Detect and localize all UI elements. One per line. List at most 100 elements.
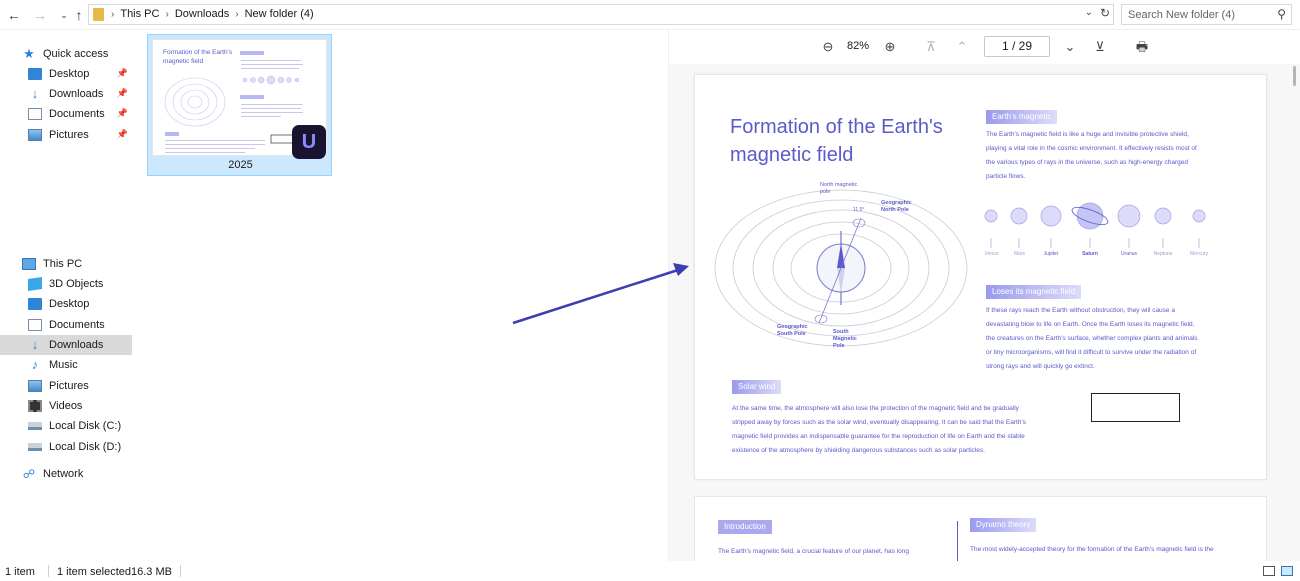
nav-local-disk-c[interactable]: Local Disk (C:)	[0, 416, 132, 436]
nav-label: Music	[49, 359, 78, 371]
nav-label: Pictures	[49, 129, 89, 141]
file-name[interactable]: 2025	[148, 159, 333, 171]
search-input[interactable]: Search New folder (4) ⚲	[1121, 4, 1292, 25]
folder-icon	[93, 8, 104, 21]
details-view-icon[interactable]	[1263, 566, 1275, 576]
nav-quick-access[interactable]: ★ Quick access	[0, 44, 132, 64]
section-tag-loses: Loses its magnetic field	[986, 285, 1082, 299]
nav-label: Desktop	[49, 298, 90, 310]
file-item-selected[interactable]: Formation of the Earth's magnetic field	[147, 34, 332, 176]
network-icon: ☍	[22, 467, 36, 481]
nav-label: Desktop	[49, 68, 90, 80]
nav-downloads[interactable]: ↓ Downloads	[0, 335, 132, 355]
para-line: particle flows.	[986, 173, 1026, 180]
nav-quick-pictures[interactable]: Pictures 📌	[0, 125, 132, 145]
nav-documents[interactable]: Documents	[0, 315, 132, 335]
navigation-pane: ★ Quick access Desktop 📌 ↓ Downloads 📌 D…	[0, 30, 132, 561]
address-history-dropdown-icon[interactable]: ⌄	[1085, 7, 1093, 18]
nav-label: Downloads	[49, 339, 104, 351]
empty-rectangle-annotation	[1091, 393, 1180, 422]
para-line: existence of the atmosphere by shielding…	[732, 447, 985, 454]
desktop-icon	[28, 298, 42, 310]
planet-ticks	[990, 238, 1200, 248]
file-list[interactable]: Formation of the Earth's magnetic field	[132, 30, 668, 561]
pin-icon[interactable]: 📌	[117, 68, 128, 79]
nav-this-pc[interactable]: This PC	[0, 254, 132, 274]
zoom-level: 82%	[847, 40, 870, 52]
print-preview-icon[interactable]: 🖶	[1133, 38, 1151, 56]
last-page-icon[interactable]: ⊻	[1091, 38, 1109, 56]
zoom-in-icon[interactable]: ⊕	[881, 38, 899, 56]
para-line: stripped away by forces such as the sola…	[732, 419, 1026, 426]
nav-pictures[interactable]: Pictures	[0, 376, 132, 396]
nav-label: Documents	[49, 108, 105, 120]
search-icon: ⚲	[1277, 7, 1286, 21]
first-page-icon[interactable]: ⊼	[922, 38, 940, 56]
preview-scrollbar[interactable]	[1293, 66, 1296, 86]
nav-local-disk-d[interactable]: Local Disk (D:)	[0, 437, 132, 457]
nav-network[interactable]: ☍ Network	[0, 464, 132, 484]
star-icon: ★	[23, 46, 35, 61]
status-size: 16.3 MB	[131, 566, 172, 578]
desktop-icon	[28, 68, 42, 80]
para-line: the various types of rays in the univers…	[986, 159, 1188, 166]
para-line: devastating blow to life on Earth. Once …	[986, 321, 1195, 328]
para-line: The Earth's magnetic field is like a hug…	[986, 131, 1189, 138]
planet-label: Jupiter	[1043, 251, 1059, 257]
address-field[interactable]: › This PC › Downloads › New folder (4) ⌄…	[88, 4, 1114, 25]
back-arrow-icon[interactable]: ←	[6, 6, 22, 24]
document-page-2: Introduction The Earth's magnetic field,…	[694, 496, 1267, 566]
pin-icon[interactable]: 📌	[117, 129, 128, 140]
para-line: At the same time, the atmosphere will al…	[732, 405, 1019, 412]
previous-page-icon[interactable]: ⌃	[953, 38, 971, 56]
zoom-out-icon[interactable]: ⊖	[819, 38, 837, 56]
drive-icon	[28, 422, 42, 430]
video-film-icon	[28, 400, 42, 412]
nav-label: Videos	[49, 400, 83, 412]
pin-icon[interactable]: 📌	[117, 88, 128, 99]
preview-toolbar: ⊖ 82% ⊕ ⊼ ⌃ 1 / 29 ⌄ ⊻ 🖶	[669, 30, 1300, 64]
drive-icon	[28, 443, 42, 451]
up-arrow-icon[interactable]: ↑	[71, 6, 87, 24]
nav-label: Local Disk (D:)	[49, 441, 122, 453]
nav-label: Documents	[49, 319, 105, 331]
page-number-input[interactable]: 1 / 29	[984, 36, 1050, 57]
planet-label: Venus	[984, 251, 999, 257]
breadcrumb-this-pc[interactable]: This PC	[120, 8, 159, 20]
label-south-magnetic: South Magnetic Pole	[833, 329, 857, 349]
nav-quick-documents[interactable]: Documents 📌	[0, 104, 132, 124]
label-angle: 11.5°	[853, 207, 865, 213]
computer-icon	[22, 258, 36, 270]
section-tag-solar: Solar wind	[732, 380, 782, 394]
status-selected: 1 item selected	[57, 566, 131, 578]
address-toolbar: ← → ⌄ ↑ › This PC › Downloads › New fold…	[0, 0, 1300, 30]
breadcrumb-chevron-icon[interactable]: ›	[235, 9, 238, 20]
breadcrumb-chevron-icon[interactable]: ›	[111, 9, 114, 20]
breadcrumb: › This PC › Downloads › New folder (4)	[111, 8, 314, 20]
para-intro: The Earth's magnetic field, a crucial fe…	[718, 548, 909, 555]
para-line: If these rays reach the Earth without ob…	[986, 307, 1175, 314]
para-dynamo: The most widely-accepted theory for the …	[970, 546, 1214, 553]
status-bar: 1 item 1 item selected 16.3 MB	[0, 561, 1300, 581]
breadcrumb-chevron-icon[interactable]: ›	[165, 9, 168, 20]
nav-3d-objects[interactable]: 3D Objects	[0, 274, 132, 294]
nav-music[interactable]: ♪ Music	[0, 355, 132, 375]
nav-videos[interactable]: Videos	[0, 396, 132, 416]
nav-quick-downloads[interactable]: ↓ Downloads 📌	[0, 84, 132, 104]
download-arrow-icon: ↓	[31, 86, 39, 101]
recent-locations-chevron-icon[interactable]: ⌄	[56, 6, 72, 24]
pin-icon[interactable]: 📌	[117, 108, 128, 119]
document-title: Formation of the Earth's magnetic field	[730, 116, 943, 166]
music-note-icon: ♪	[31, 357, 39, 372]
refresh-icon[interactable]: ↻	[1100, 6, 1110, 20]
section-tag-magnetic: Earth's magnetic	[986, 110, 1058, 124]
large-icons-view-icon[interactable]	[1281, 566, 1293, 576]
nav-quick-desktop[interactable]: Desktop 📌	[0, 64, 132, 84]
next-page-icon[interactable]: ⌄	[1061, 38, 1079, 56]
breadcrumb-downloads[interactable]: Downloads	[175, 8, 229, 20]
forward-arrow-icon[interactable]: →	[32, 6, 48, 24]
breadcrumb-new-folder[interactable]: New folder (4)	[245, 8, 314, 20]
status-item-count: 1 item	[5, 566, 35, 578]
nav-desktop[interactable]: Desktop	[0, 294, 132, 314]
para-magnetic: The Earth's magnetic field is like a hug…	[986, 128, 1246, 184]
